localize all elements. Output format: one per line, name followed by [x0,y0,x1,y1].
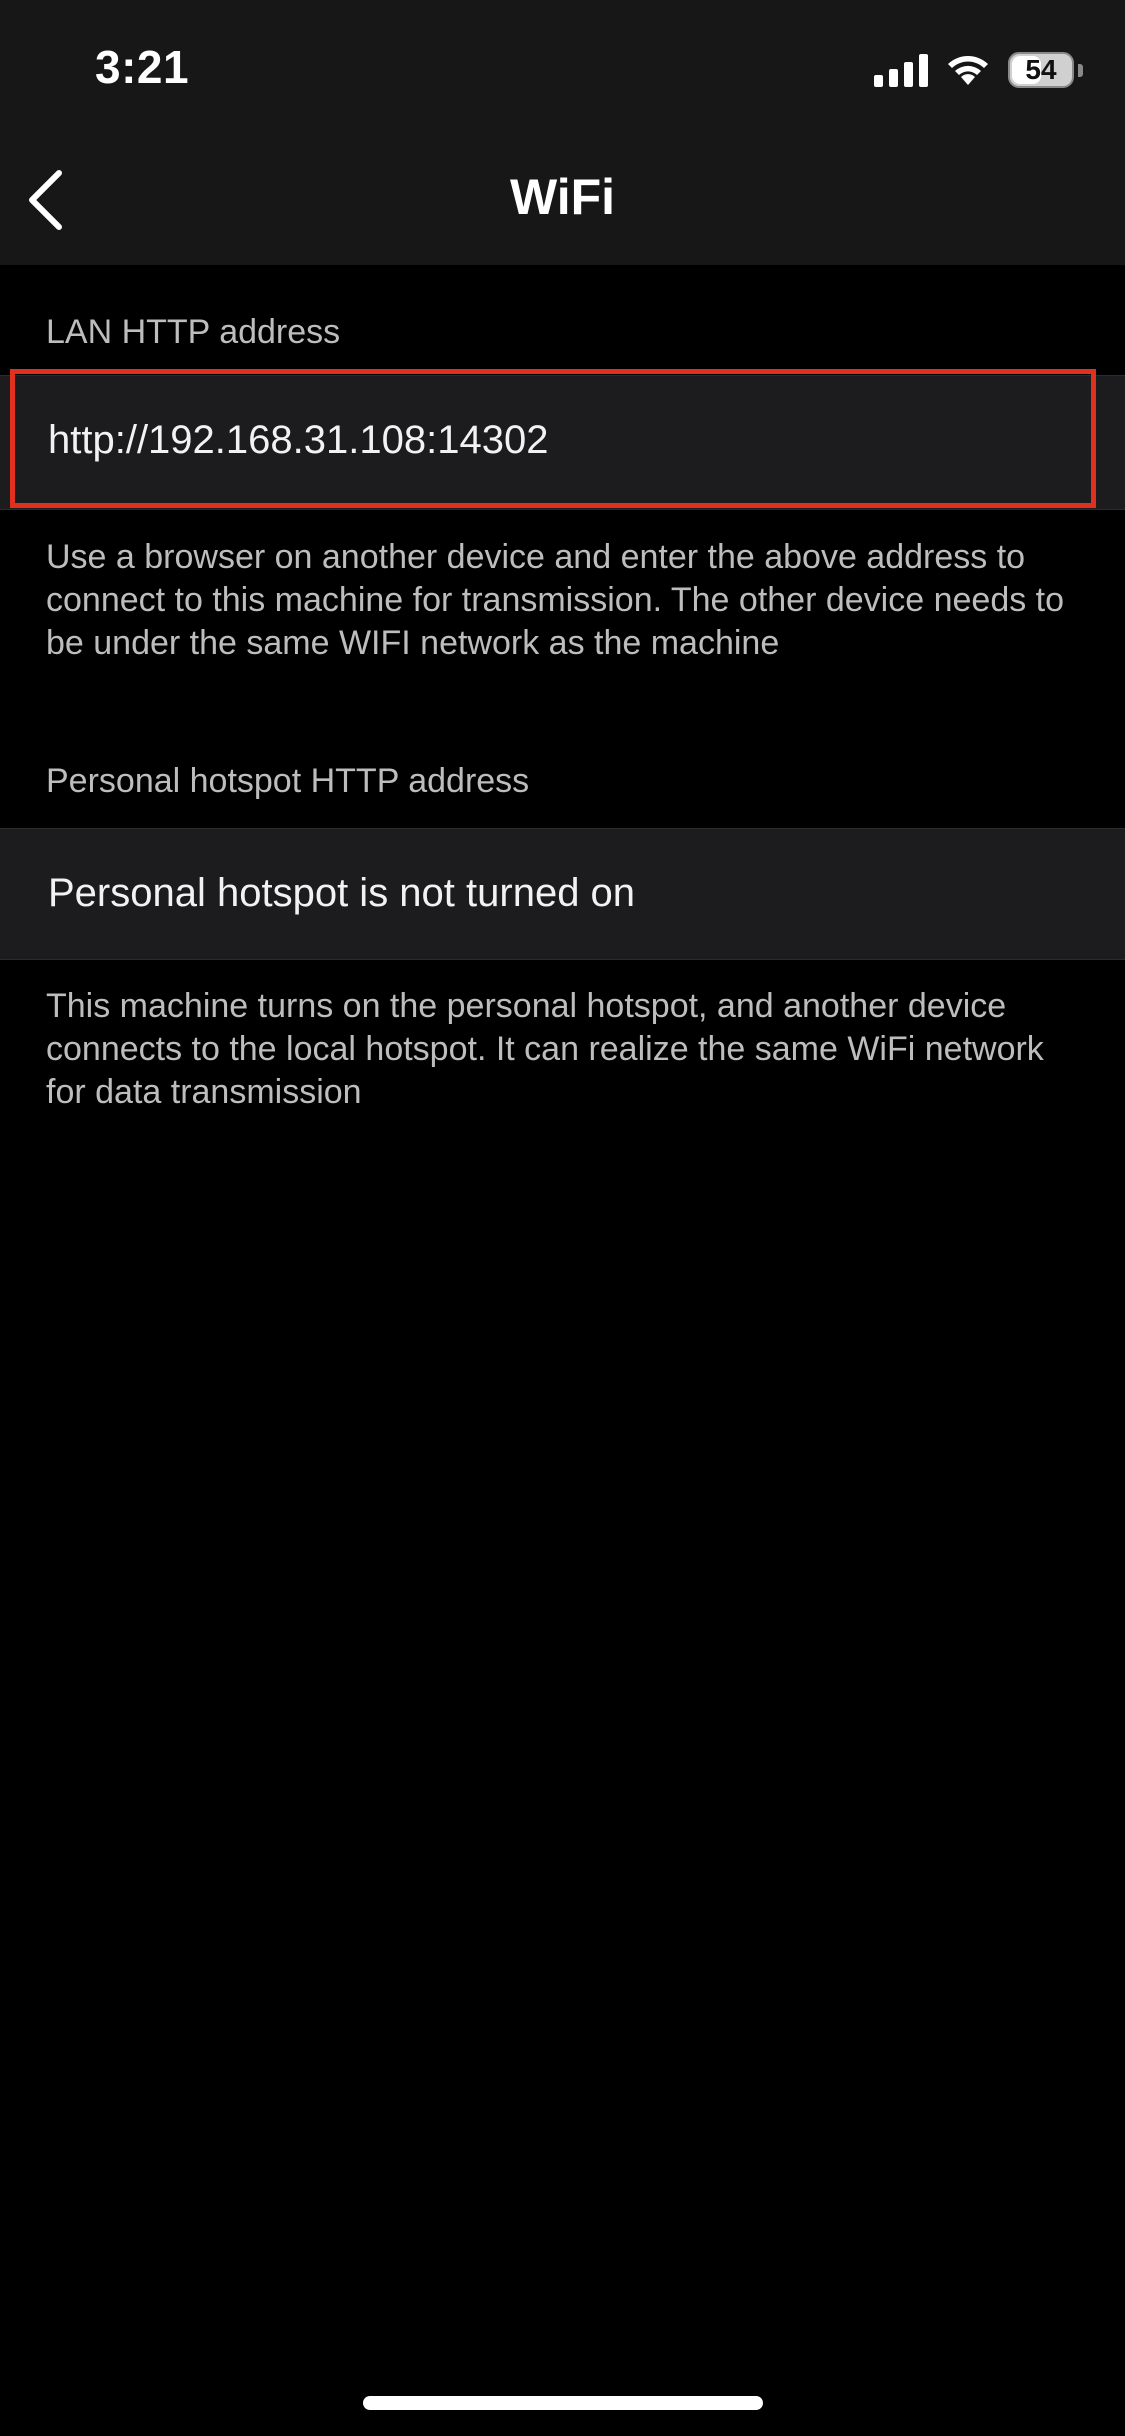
battery-level: 54 [1025,54,1057,85]
lan-address-row[interactable]: http://192.168.31.108:14302 [0,375,1125,510]
hotspot-description: This machine turns on the personal hotsp… [46,987,1044,1111]
status-icons: 54 [874,48,1083,92]
lan-description: Use a browser on another device and ente… [46,538,1065,662]
lan-address-text: http://192.168.31.108:14302 [48,418,549,462]
hotspot-status-text: Personal hotspot is not turned on [48,871,636,915]
signal-icon [874,53,928,87]
hotspot-section-header: Personal hotspot HTTP address [46,762,530,800]
battery-nub [1078,63,1083,77]
battery-icon: 54 [1008,52,1074,88]
wifi-icon [948,56,988,85]
status-time: 3:21 [95,41,190,93]
lan-section-header: LAN HTTP address [46,313,341,351]
hotspot-status-row[interactable]: Personal hotspot is not turned on [0,828,1125,960]
home-indicator[interactable] [363,2396,763,2410]
page-title: WiFi [509,169,616,225]
